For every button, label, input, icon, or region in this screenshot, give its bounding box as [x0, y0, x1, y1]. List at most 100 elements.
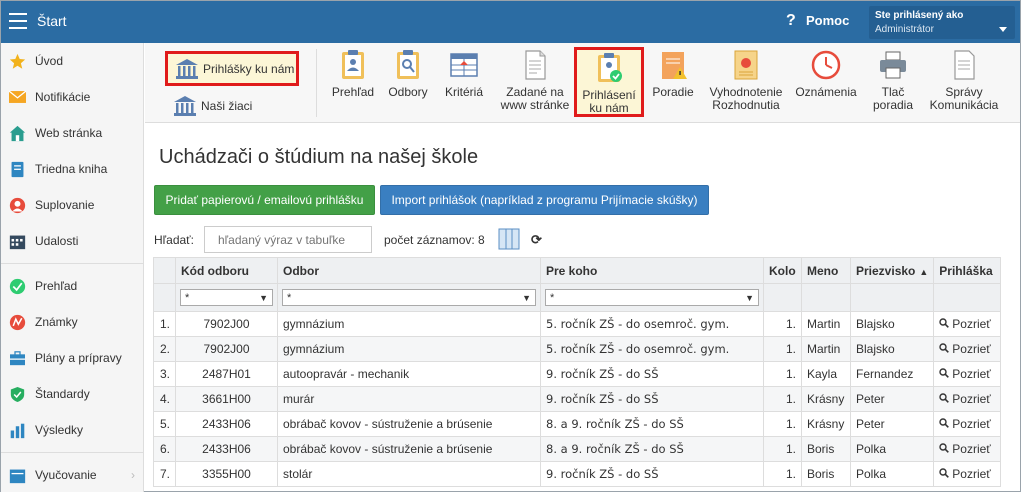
table-row[interactable]: 2. 7902J00 gymnázium 5. ročník ZŠ - do osem…	[153, 336, 1002, 362]
name-cell: Boris	[801, 436, 851, 462]
user-menu[interactable]: Ste prihlásený ako Administrátor	[869, 6, 1015, 39]
filter-for-whom-select[interactable]: * ▼	[545, 289, 759, 306]
filter-code-select[interactable]: * ▼	[180, 289, 273, 306]
view-application-link[interactable]: Pozrieť	[933, 336, 1002, 362]
column-header-application[interactable]: Prihláška	[933, 257, 1002, 284]
name-cell: Boris	[801, 461, 851, 487]
surname-cell: Peter	[849, 411, 935, 437]
search-icon	[939, 467, 952, 481]
tool-label: Kritériá	[444, 85, 483, 99]
sidebar-item-znamky[interactable]: Známky	[1, 304, 143, 340]
table-row[interactable]: 4. 3661H00 murár 9. ročník ZŠ - do SŠ 1. Krás…	[153, 386, 1002, 412]
toolbar-divider	[316, 49, 317, 117]
sidebar-item-notifikacie[interactable]: Notifikácie	[1, 79, 143, 115]
filter-cell: * ▼	[540, 283, 764, 312]
tool-fields[interactable]: Odbory	[383, 49, 433, 99]
search-input[interactable]	[204, 226, 372, 253]
filter-field-select[interactable]: * ▼	[282, 289, 536, 306]
table-row[interactable]: 6. 2433H06 obrábač kovov - sústruženie a b…	[153, 436, 1002, 462]
view-application-link[interactable]: Pozrieť	[933, 386, 1002, 412]
calendar-icon	[9, 233, 26, 250]
sidebar-divider	[1, 452, 143, 453]
columns-icon[interactable]	[498, 228, 520, 250]
certificate-icon	[730, 49, 762, 81]
field-cell: gymnázium	[277, 311, 541, 337]
field-cell: murár	[277, 386, 541, 412]
view-application-link[interactable]: Pozrieť	[933, 361, 1002, 387]
view-application-link[interactable]: Pozrieť	[933, 411, 1002, 437]
import-applications-button[interactable]: Import prihlášok (napríklad z programu P…	[380, 185, 709, 215]
help-icon[interactable]: ?	[786, 12, 796, 30]
sidebar-item-plany[interactable]: Plány a prípravy	[1, 340, 143, 376]
tool-published-on-web[interactable]: Zadané na www stránke	[497, 49, 573, 112]
surname-cell: Polka	[849, 461, 935, 487]
tool-evaluation[interactable]: Vyhodnotenie Rozhodnutia	[705, 49, 787, 112]
tool-label: www stránke	[500, 98, 570, 112]
tool-ranking[interactable]: Poradie	[649, 49, 697, 99]
school-building-icon	[173, 95, 197, 117]
chevron-down-icon: ▼	[259, 292, 268, 303]
applications-to-us-button[interactable]: Prihlášky ku nám	[165, 51, 299, 86]
sidebar-item-label: Štandardy	[35, 387, 90, 401]
filter-cell-empty	[849, 283, 935, 312]
table-row[interactable]: 7. 3355H00 stolár 9. ročník ZŠ - do SŠ 1. Bor…	[153, 461, 1002, 487]
sidebar-item-udalosti[interactable]: Udalosti	[1, 223, 143, 259]
search-label: Hľadať:	[154, 233, 195, 247]
view-application-link[interactable]: Pozrieť	[933, 311, 1002, 337]
tool-overview[interactable]: Prehľad	[325, 49, 381, 99]
filter-value: *	[550, 291, 555, 304]
view-application-link[interactable]: Pozrieť	[933, 461, 1002, 487]
sidebar-item-label: Suplovanie	[35, 198, 95, 212]
row-number: 3.	[153, 361, 176, 387]
sidebar-item-label: Notifikácie	[35, 90, 91, 104]
table-row[interactable]: 5. 2433H06 obrábač kovov - sústruženie a b…	[153, 411, 1002, 437]
table-row[interactable]: 1. 7902J00 gymnázium 5. ročník ZŠ - do osem…	[153, 311, 1002, 337]
hamburger-menu-icon[interactable]	[9, 13, 27, 29]
top-bar: Štart ? Pomoc Ste prihlásený ako Adminis…	[1, 1, 1020, 43]
our-students-button[interactable]: Naši žiaci	[173, 95, 252, 117]
sidebar-item-triedna-kniha[interactable]: Triedna kniha	[1, 151, 143, 187]
sidebar-item-uvod[interactable]: Úvod	[1, 43, 143, 79]
for-whom-cell: 9. ročník ZŠ - do SŠ	[540, 386, 764, 412]
sidebar-item-vysledky[interactable]: Výsledky	[1, 412, 143, 448]
help-link[interactable]: Pomoc	[806, 13, 849, 28]
tool-messages[interactable]: Správy Komunikácia	[927, 49, 1001, 112]
app-title[interactable]: Štart	[37, 13, 67, 29]
clipboard-search-icon	[392, 49, 424, 81]
tool-print-ranking[interactable]: Tlač poradia	[867, 49, 919, 112]
code-cell: 7902J00	[175, 336, 278, 362]
sidebar-item-web-stranka[interactable]: Web stránka	[1, 115, 143, 151]
tool-notifications[interactable]: Oznámenia	[793, 49, 859, 99]
tool-label: Oznámenia	[795, 85, 857, 99]
tool-label: ku nám	[589, 101, 629, 115]
refresh-icon[interactable]: ⟳	[531, 232, 542, 248]
add-paper-application-button[interactable]: Pridať papierovú / emailovú prihlášku	[154, 185, 375, 215]
column-header-round[interactable]: Kolo	[763, 257, 802, 284]
field-cell: autoopravár - mechanik	[277, 361, 541, 387]
tool-label: Rozhodnutia	[712, 98, 780, 112]
column-header-field[interactable]: Odbor	[277, 257, 541, 284]
view-application-link[interactable]: Pozrieť	[933, 436, 1002, 462]
sidebar-item-suplovanie[interactable]: Suplovanie	[1, 187, 143, 223]
ranking-warning-icon	[657, 49, 689, 81]
sidebar-item-vyucovanie[interactable]: Vyučovanie ›	[1, 457, 143, 492]
round-cell: 1.	[763, 436, 802, 462]
sidebar-item-prehlad[interactable]: Prehľad	[1, 268, 143, 304]
sidebar-item-standardy[interactable]: Štandardy	[1, 376, 143, 412]
table-row[interactable]: 3. 2487H01 autoopravár - mechanik 9. ročník…	[153, 361, 1002, 387]
tool-applied-to-us[interactable]: Prihlásení ku nám	[574, 47, 644, 117]
view-label: Pozrieť	[952, 467, 991, 481]
column-header-surname[interactable]: Priezvisko ▲	[849, 257, 935, 284]
column-header-for-whom[interactable]: Pre koho	[540, 257, 764, 284]
page-title: Uchádzači o štúdium na našej škole	[159, 146, 479, 168]
person-icon	[9, 197, 26, 214]
field-cell: obrábač kovov - sústruženie a brúsenie	[277, 436, 541, 462]
sidebar-item-label: Známky	[35, 315, 78, 329]
filter-cell-empty	[153, 283, 176, 312]
tool-criteria[interactable]: Kritériá	[439, 49, 489, 99]
column-header-name[interactable]: Meno	[801, 257, 851, 284]
surname-cell: Blajsko	[849, 311, 935, 337]
column-header-code[interactable]: Kód odboru	[175, 257, 278, 284]
our-students-label: Naši žiaci	[201, 99, 253, 113]
field-cell: gymnázium	[277, 336, 541, 362]
